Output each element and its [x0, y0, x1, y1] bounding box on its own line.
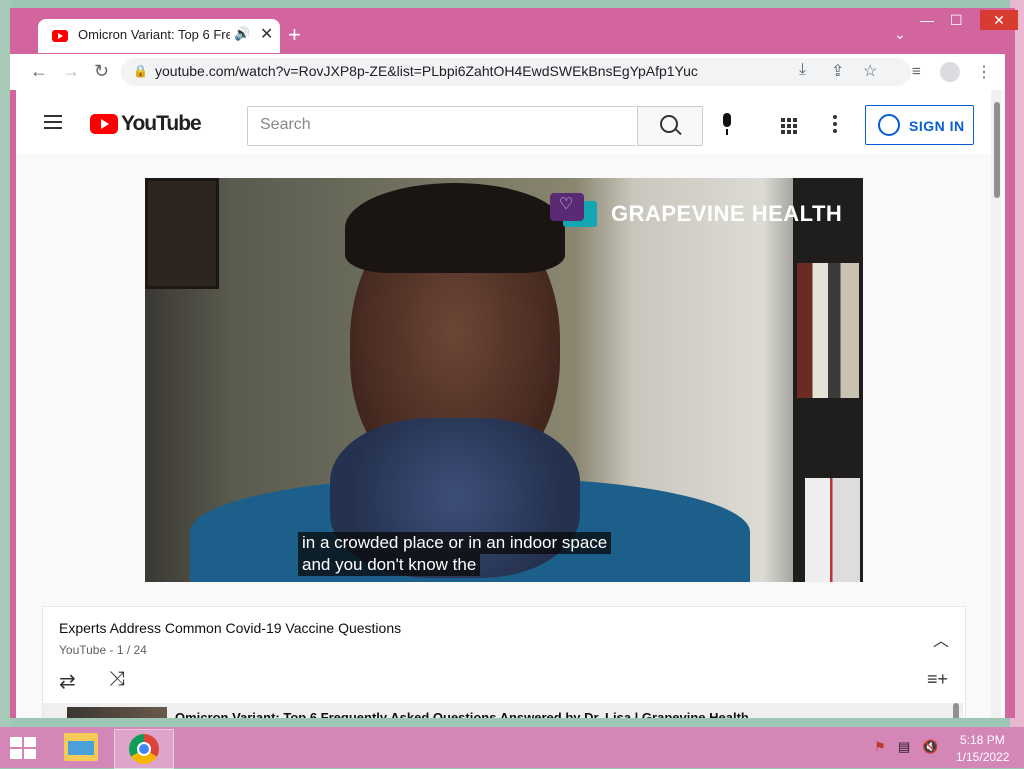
page-scrollbar-thumb[interactable]: [994, 102, 1000, 198]
bookmark-star-icon[interactable]: ☆: [863, 61, 877, 81]
lock-icon[interactable]: 🔒: [133, 64, 148, 78]
volume-muted-icon[interactable]: 🔇: [922, 739, 938, 755]
books: [797, 263, 859, 398]
playlist-item-thumbnail[interactable]: [67, 707, 167, 718]
minimize-button[interactable]: —: [920, 12, 934, 28]
loop-icon[interactable]: ⇄: [59, 669, 76, 694]
youtube-masthead: YouTube SIGN IN: [16, 90, 991, 154]
microphone-stand: [726, 129, 728, 135]
brand-watermark: GRAPEVINE HEALTH: [611, 201, 843, 226]
microphone-icon: [723, 113, 731, 127]
playlist-item-title[interactable]: Omicron Variant: Top 6 Frequently Asked …: [175, 710, 749, 718]
chrome-menu-icon[interactable]: ⋮: [976, 62, 992, 82]
search-button[interactable]: [637, 106, 703, 146]
chrome-icon: [129, 734, 159, 764]
windows-start-icon[interactable]: [10, 737, 38, 761]
save-playlist-icon[interactable]: ≡+: [927, 669, 948, 690]
browser-window: Omicron Variant: Top 6 Freque 🔊 ✕ + ⌄ — …: [10, 8, 1018, 718]
shuffle-icon[interactable]: ⤨: [109, 668, 125, 691]
sign-in-button[interactable]: SIGN IN: [865, 105, 974, 145]
new-tab-button[interactable]: +: [288, 22, 301, 48]
youtube-favicon-icon: [52, 30, 68, 42]
back-arrow-icon[interactable]: ←: [30, 61, 48, 82]
search-icon: [660, 115, 678, 133]
profile-avatar-icon[interactable]: [940, 62, 960, 82]
action-center-flag-icon[interactable]: ⚑: [874, 739, 886, 755]
chevron-up-icon[interactable]: ︿: [933, 627, 949, 651]
tab-search-icon[interactable]: ⌄: [894, 26, 906, 43]
playlist-title[interactable]: Experts Address Common Covid-19 Vaccine …: [59, 620, 401, 636]
more-settings-icon[interactable]: [833, 115, 837, 136]
reading-list-icon[interactable]: ≡: [912, 63, 921, 80]
playlist-scrollbar[interactable]: [953, 703, 959, 718]
apps-grid-icon[interactable]: [781, 118, 797, 134]
network-icon[interactable]: ▤: [898, 739, 910, 755]
background-picture-frame: [145, 178, 219, 289]
playlist-panel: Experts Address Common Covid-19 Vaccine …: [42, 606, 966, 718]
youtube-page: YouTube SIGN IN: [16, 90, 1005, 718]
url-text[interactable]: youtube.com/watch?v=RovJXP8p-ZE&list=PLb…: [155, 63, 698, 79]
search-box[interactable]: [247, 106, 636, 146]
speaker-hair: [345, 183, 565, 273]
reload-icon[interactable]: ↻: [94, 61, 109, 82]
playlist-subtitle: YouTube - 1 / 24: [59, 643, 147, 657]
youtube-logo-icon[interactable]: [90, 114, 118, 134]
clock-time[interactable]: 5:18 PM: [960, 733, 1005, 747]
speaker-icon[interactable]: 🔊: [234, 26, 250, 42]
youtube-logo-text[interactable]: YouTube: [121, 112, 202, 136]
maximize-button[interactable]: ☐: [950, 12, 963, 29]
caption-line-1: in a crowded place or in an indoor space: [298, 532, 612, 554]
books-lower: [805, 478, 860, 582]
account-icon: [878, 114, 900, 136]
video-player[interactable]: ♡ GRAPEVINE HEALTH in a crowded place or…: [145, 178, 863, 582]
address-bar[interactable]: 🔒 youtube.com/watch?v=RovJXP8p-ZE&list=P…: [121, 58, 911, 86]
taskbar: ⚑ ▤ 🔇 5:18 PM 1/15/2022: [0, 727, 1024, 769]
forward-arrow-icon[interactable]: →: [62, 61, 80, 82]
playlist-item[interactable]: Omicron Variant: Top 6 Frequently Asked …: [43, 703, 963, 718]
close-window-button[interactable]: ✕: [980, 10, 1018, 30]
install-app-icon[interactable]: ⤓: [799, 61, 806, 79]
hamburger-menu-icon[interactable]: [44, 115, 62, 129]
browser-tab[interactable]: Omicron Variant: Top 6 Freque 🔊 ✕: [38, 19, 280, 53]
sign-in-label: SIGN IN: [909, 118, 965, 134]
clock-date[interactable]: 1/15/2022: [956, 750, 1009, 764]
browser-toolbar: ← → ↻ 🔒 youtube.com/watch?v=RovJXP8p-ZE&…: [10, 54, 1005, 90]
file-explorer-icon[interactable]: [64, 733, 98, 761]
share-icon[interactable]: ⇪: [831, 61, 844, 81]
search-input[interactable]: [248, 107, 632, 143]
tab-close-icon[interactable]: ✕: [260, 24, 273, 44]
heart-icon: ♡: [559, 196, 574, 213]
tab-title: Omicron Variant: Top 6 Freque: [78, 27, 230, 42]
caption-line-2: and you don't know the: [298, 554, 481, 576]
chrome-taskbar-button[interactable]: [114, 729, 174, 769]
